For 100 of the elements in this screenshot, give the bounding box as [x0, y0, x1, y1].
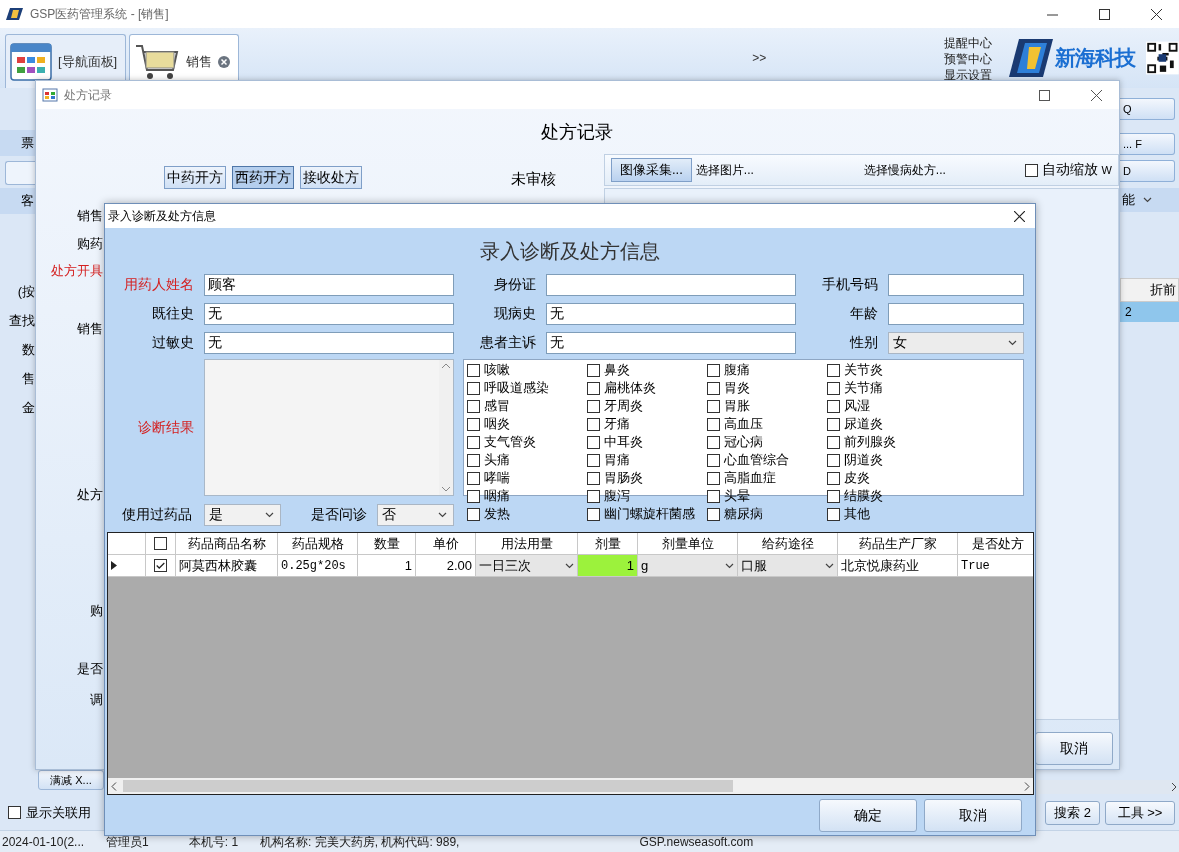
- field-label: 既往史: [151, 304, 194, 323]
- overflow-button[interactable]: >>: [752, 51, 767, 65]
- input-field[interactable]: [888, 303, 1024, 325]
- input-field[interactable]: 顾客: [204, 274, 454, 296]
- capture-button[interactable]: 图像采集...: [611, 158, 692, 182]
- checkbox[interactable]: [587, 363, 600, 377]
- cancel-button[interactable]: 取消: [1035, 732, 1113, 765]
- input-field[interactable]: 无: [546, 303, 796, 325]
- checkbox[interactable]: [587, 471, 600, 485]
- toolbar-button[interactable]: D: [1120, 160, 1175, 182]
- mode-button[interactable]: 西药开方: [232, 166, 294, 189]
- field-label: 手机号码: [821, 275, 878, 294]
- checkbox[interactable]: [827, 471, 840, 485]
- checkbox[interactable]: [467, 435, 480, 449]
- toolbar-button[interactable]: ... F: [1120, 133, 1175, 155]
- checkbox[interactable]: [8, 806, 21, 819]
- checkbox[interactable]: [467, 507, 480, 521]
- checkbox[interactable]: [707, 453, 720, 467]
- checkbox[interactable]: [467, 381, 480, 395]
- cancel-button[interactable]: 取消: [924, 799, 1022, 832]
- checkbox[interactable]: [707, 435, 720, 449]
- function-menu[interactable]: 能: [1120, 188, 1179, 212]
- input-field[interactable]: 无: [204, 332, 454, 354]
- input-field[interactable]: [888, 274, 1024, 296]
- ok-button[interactable]: 确定: [819, 799, 917, 832]
- table-cell[interactable]: 1: [578, 555, 638, 577]
- column-header: 药品商品名称: [176, 533, 278, 555]
- tools-button[interactable]: 工具 >>: [1105, 800, 1175, 825]
- close-icon[interactable]: [1150, 8, 1162, 20]
- checkbox[interactable]: [707, 399, 720, 413]
- checkbox[interactable]: [467, 399, 480, 413]
- checkbox[interactable]: [707, 363, 720, 377]
- mode-button[interactable]: 中药开方: [164, 166, 226, 189]
- link[interactable]: 预警中心: [944, 51, 993, 67]
- field-label: 查找: [8, 313, 35, 329]
- checkbox[interactable]: [587, 489, 600, 503]
- checkbox[interactable]: [587, 381, 600, 395]
- checkbox[interactable]: [1024, 163, 1038, 177]
- checkbox[interactable]: [707, 471, 720, 485]
- dropdown[interactable]: 否: [377, 504, 454, 526]
- dropdown-cell[interactable]: 一日三次: [476, 555, 578, 577]
- checkbox[interactable]: [154, 559, 167, 572]
- table-cell: 阿莫西林胶囊: [176, 555, 278, 577]
- field-label: 性别: [848, 333, 878, 352]
- input-field[interactable]: 无: [204, 303, 454, 325]
- window-icon: [42, 88, 58, 102]
- checkbox[interactable]: [587, 453, 600, 467]
- checkbox[interactable]: [827, 453, 840, 467]
- dropdown[interactable]: 女: [888, 332, 1024, 354]
- checkbox[interactable]: [707, 489, 720, 503]
- maximize-icon[interactable]: [1038, 89, 1050, 101]
- checkbox[interactable]: [467, 471, 480, 485]
- dropdown-cell[interactable]: g: [638, 555, 738, 577]
- checkbox[interactable]: [707, 507, 720, 521]
- checkbox[interactable]: [467, 363, 480, 377]
- checkbox-label: 前列腺炎: [844, 433, 896, 451]
- link[interactable]: 提醒中心: [944, 35, 993, 51]
- checkbox[interactable]: [827, 399, 840, 413]
- discount-button[interactable]: 满减 X...: [38, 770, 104, 790]
- checkbox[interactable]: [707, 417, 720, 431]
- input-field[interactable]: 无: [546, 332, 796, 354]
- input-field[interactable]: [546, 274, 796, 296]
- row-header[interactable]: [108, 555, 146, 577]
- close-icon[interactable]: [1090, 89, 1102, 101]
- link[interactable]: 选择慢病处方...: [863, 161, 946, 179]
- checkbox-label: 发热: [484, 505, 510, 523]
- caret-icon: [438, 512, 447, 518]
- checkbox[interactable]: [707, 381, 720, 395]
- checkbox[interactable]: [827, 417, 840, 431]
- checkbox[interactable]: [827, 381, 840, 395]
- checkbox[interactable]: [827, 435, 840, 449]
- scroll-up-icon[interactable]: [442, 363, 450, 368]
- shortcut-key: W: [1101, 164, 1112, 176]
- toolbar-button[interactable]: Q: [1120, 98, 1175, 120]
- checkbox[interactable]: [587, 417, 600, 431]
- checkbox[interactable]: [467, 489, 480, 503]
- checkbox[interactable]: [154, 537, 167, 550]
- checkbox[interactable]: [587, 507, 600, 521]
- checkbox-label: 心血管综合: [724, 451, 789, 469]
- scrollbar[interactable]: [1036, 780, 1179, 794]
- checkbox[interactable]: [827, 489, 840, 503]
- search-button[interactable]: 搜索 2: [1045, 800, 1100, 825]
- mode-button[interactable]: 接收处方: [300, 166, 362, 189]
- link[interactable]: 显示设置: [944, 67, 993, 83]
- checkbox-label: 咽痛: [484, 487, 510, 505]
- checkbox[interactable]: [827, 363, 840, 377]
- scroll-right-icon[interactable]: [1169, 782, 1179, 792]
- checkbox[interactable]: [587, 399, 600, 413]
- dropdown-cell[interactable]: 口服: [738, 555, 838, 577]
- checkbox[interactable]: [467, 417, 480, 431]
- dropdown[interactable]: 是: [204, 504, 281, 526]
- column-header: 用法用量: [476, 533, 578, 555]
- close-icon[interactable]: [1014, 210, 1025, 222]
- checkbox[interactable]: [587, 435, 600, 449]
- link[interactable]: 选择图片...: [695, 161, 754, 179]
- checkbox[interactable]: [467, 453, 480, 467]
- checkbox-label: 哮喘: [484, 469, 510, 487]
- checkbox[interactable]: [827, 507, 840, 521]
- scroll-down-icon[interactable]: [442, 487, 450, 492]
- maximize-icon[interactable]: [1098, 8, 1110, 20]
